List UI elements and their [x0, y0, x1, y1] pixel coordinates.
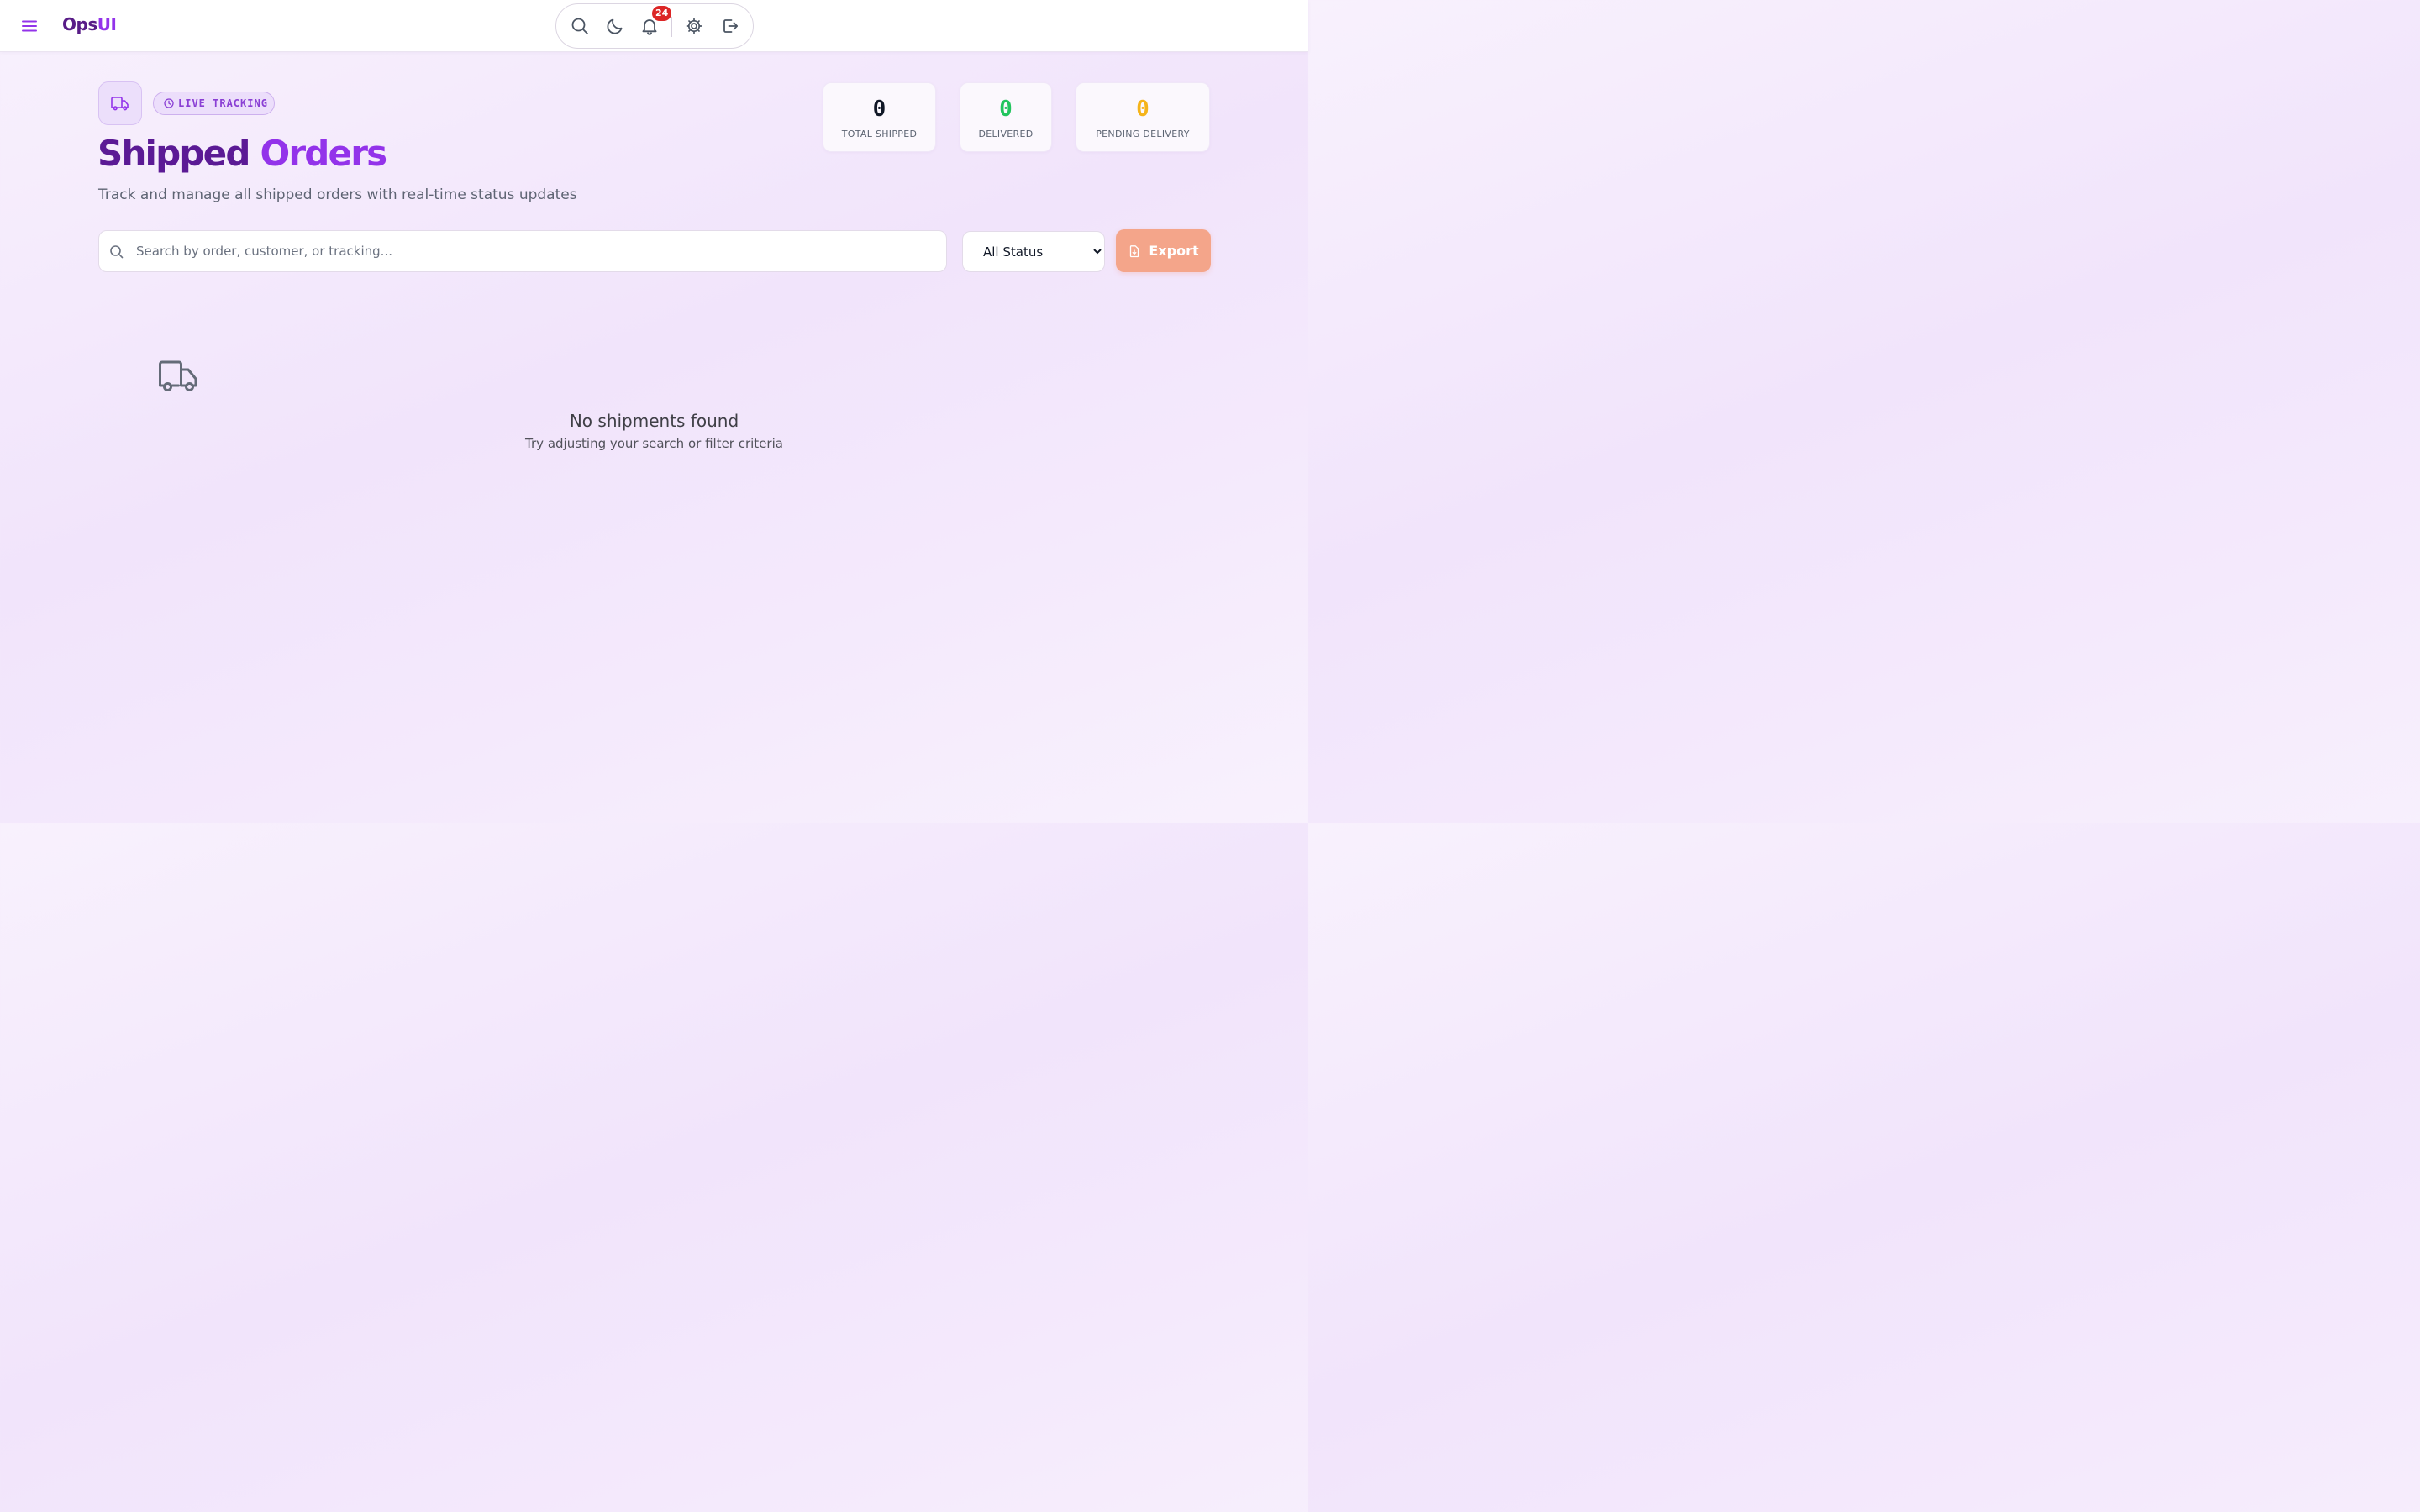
toolbar-pill: 24	[555, 3, 754, 49]
empty-state-title: No shipments found	[569, 411, 739, 431]
stat-card-delivered: 0 DELIVERED	[960, 82, 1052, 152]
truck-icon	[111, 97, 129, 111]
menu-icon	[22, 20, 37, 32]
truck-icon	[159, 360, 197, 391]
stat-label-total-shipped: TOTAL SHIPPED	[841, 129, 918, 139]
settings-button[interactable]	[685, 17, 703, 35]
search-icon	[571, 18, 588, 34]
empty-state-message: Try adjusting your search or filter crit…	[525, 436, 783, 451]
live-tracking-badge: LIVE TRACKING	[153, 92, 275, 115]
brand-name-accent: UI	[97, 14, 117, 34]
theme-toggle-button[interactable]	[606, 17, 624, 35]
search-button[interactable]	[571, 17, 589, 35]
brand-logo[interactable]: OpsUI	[62, 14, 117, 34]
logout-icon	[723, 19, 739, 33]
search-input[interactable]	[136, 231, 934, 271]
page-title-part1: Shipped	[97, 133, 250, 174]
page-subtitle: Track and manage all shipped orders with…	[98, 186, 577, 203]
stat-card-total-shipped: 0 TOTAL SHIPPED	[823, 82, 936, 152]
moon-icon	[607, 18, 623, 34]
export-button[interactable]: Export	[1116, 229, 1211, 272]
stat-value-total-shipped: 0	[872, 97, 886, 122]
page-title-part2: Orders	[260, 133, 387, 174]
page-title: Shipped Orders	[97, 133, 387, 174]
export-label: Export	[1149, 243, 1199, 259]
toolbar-divider	[671, 17, 672, 37]
live-tracking-label: LIVE TRACKING	[178, 97, 268, 109]
stat-value-pending-delivery: 0	[1136, 97, 1150, 122]
logout-button[interactable]	[721, 17, 739, 35]
top-navbar: OpsUI 24	[0, 0, 1308, 52]
stat-card-pending-delivery: 0 PENDING DELIVERY	[1076, 82, 1210, 152]
status-filter-select[interactable]: All Status	[962, 231, 1105, 272]
stat-value-delivered: 0	[999, 97, 1013, 122]
page-icon-box	[98, 81, 142, 125]
stat-label-delivered: DELIVERED	[978, 129, 1034, 139]
stat-label-pending-delivery: PENDING DELIVERY	[1096, 129, 1190, 139]
clock-icon	[164, 98, 174, 108]
gear-icon	[686, 18, 702, 34]
notification-count-badge: 24	[652, 6, 672, 21]
search-icon	[110, 245, 124, 259]
file-download-icon	[1130, 244, 1139, 257]
hamburger-menu-button[interactable]	[18, 16, 40, 36]
brand-name: Ops	[62, 14, 97, 34]
search-box	[98, 230, 947, 272]
